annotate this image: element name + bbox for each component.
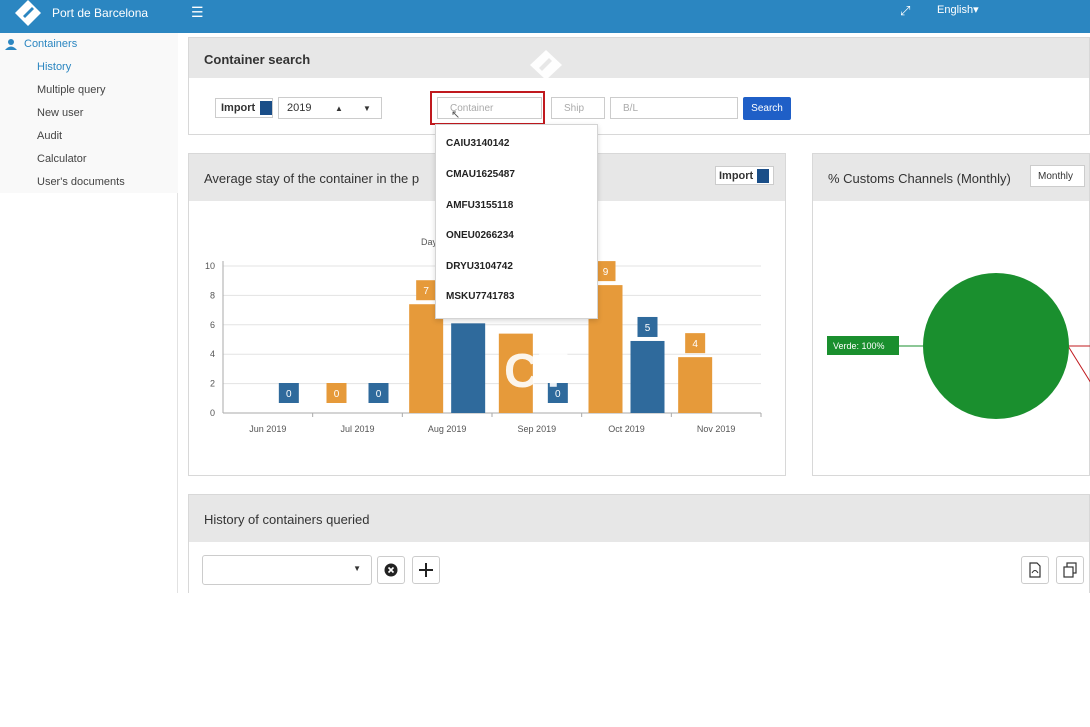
customs-pie-chart: Verde: 100% (827, 273, 1090, 419)
import-color-swatch (260, 101, 272, 115)
mouse-cursor-icon: ↖ (451, 109, 461, 121)
suggestion-item[interactable]: CAIU3140142 (446, 138, 509, 149)
app-root: Port de Barcelona ☰ ⤢ English▾ Container… (0, 0, 1090, 727)
bar (451, 323, 486, 413)
brand[interactable]: Port de Barcelona (14, 0, 148, 26)
import-toggle[interactable]: Import (715, 166, 774, 185)
pdf-file-icon (1029, 562, 1041, 578)
sidebar-item-audit[interactable]: Audit (37, 130, 62, 142)
monthly-button[interactable]: Monthly (1030, 165, 1085, 187)
bar (678, 357, 713, 413)
sidebar-section-label: Containers (24, 38, 78, 50)
pie-label: Verde: 100% (833, 341, 885, 351)
data-label: 4 (692, 339, 698, 350)
suggestion-item[interactable]: ONEU0266234 (446, 230, 514, 241)
x-tick-label: Oct 2019 (608, 424, 645, 434)
sidebar-section-containers[interactable]: Containers (4, 38, 77, 50)
container-suggestions: CAIU3140142 CMAU1625487 AMFU3155118 ONEU… (435, 124, 598, 319)
panel-header: % Customs Channels (Monthly) Monthly (813, 154, 1089, 201)
panel-title: Average stay of the container in the p (204, 171, 420, 186)
panel-title: % Customs Channels (Monthly) (828, 171, 1011, 186)
language-selector[interactable]: English▾ (937, 3, 979, 16)
y-tick-label: 8 (210, 290, 215, 300)
y-tick-label: 2 (210, 379, 215, 389)
add-button[interactable] (412, 556, 440, 584)
copy-button[interactable] (1056, 556, 1084, 584)
container-search-panel: Container search Import 2019 ▲ ▼ Contain… (188, 37, 1090, 135)
data-label: 9 (603, 267, 609, 278)
data-label: 7 (423, 286, 429, 297)
y-tick-label: 4 (210, 349, 215, 359)
suggestion-item[interactable]: MSKU7741783 (446, 291, 514, 302)
clear-circle-icon (384, 563, 398, 577)
watermark-logo-icon (530, 50, 562, 80)
import-color-swatch (757, 168, 770, 183)
leader-line (1067, 345, 1090, 383)
panel-header: History of containers queried (189, 495, 1089, 542)
history-panel: History of containers queried ▼ (188, 494, 1090, 593)
y-tick-label: 6 (210, 320, 215, 330)
bar (630, 340, 665, 413)
sidebar-menu: Containers History Multiple query New us… (0, 33, 178, 193)
fullscreen-icon[interactable]: ⤢ (900, 3, 910, 19)
ship-input[interactable]: Ship (551, 97, 605, 119)
caret-down-icon: ▼ (353, 564, 361, 573)
sidebar-item-history[interactable]: History (37, 61, 71, 73)
y-tick-label: 0 (210, 408, 215, 418)
suggestion-item[interactable]: AMFU3155118 (446, 200, 513, 211)
suggestion-item[interactable]: DRYU3104742 (446, 261, 513, 272)
import-toggle[interactable]: Import (215, 98, 273, 118)
sidebar-item-multiple-query[interactable]: Multiple query (37, 84, 105, 96)
search-button[interactable]: Search (743, 97, 791, 120)
data-label: 0 (334, 389, 340, 400)
port-logo-icon (15, 0, 41, 26)
sidebar-item-users-documents[interactable]: User's documents (37, 176, 125, 188)
import-label: Import (719, 169, 754, 182)
sidebar-item-calculator[interactable]: Calculator (37, 153, 87, 165)
panel-header: Container search (189, 38, 1089, 78)
clear-button[interactable] (377, 556, 405, 584)
brand-name: Port de Barcelona (52, 6, 149, 20)
pie-slice-verde[interactable] (923, 273, 1069, 419)
panel-title: History of containers queried (204, 512, 370, 527)
suggestion-item[interactable]: CMAU1625487 (446, 169, 515, 180)
x-tick-label: Nov 2019 (697, 424, 736, 434)
sidebar: Containers History Multiple query New us… (0, 33, 178, 593)
x-tick-label: Jul 2019 (340, 424, 374, 434)
top-bar: Port de Barcelona ☰ ⤢ English▾ (0, 0, 1090, 33)
customs-channels-panel: % Customs Channels (Monthly) Monthly Ver… (812, 153, 1090, 476)
user-icon (5, 39, 17, 50)
sidebar-item-new-user[interactable]: New user (37, 107, 83, 119)
import-label: Import (221, 102, 256, 114)
data-label: 0 (376, 389, 382, 400)
year-value: 2019 (287, 102, 312, 114)
menu-icon[interactable]: ☰ (191, 4, 204, 21)
year-select[interactable]: 2019 ▲ ▼ (278, 97, 382, 119)
x-tick-label: Aug 2019 (428, 424, 467, 434)
caret-down-icon[interactable]: ▼ (363, 104, 371, 113)
copy-icon (1063, 562, 1077, 578)
data-label: 0 (286, 389, 292, 400)
bl-input[interactable]: B/L (610, 97, 738, 119)
container-input-highlight (430, 91, 545, 125)
x-tick-label: Sep 2019 (518, 424, 557, 434)
data-label: 5 (645, 323, 651, 334)
y-tick-label: 10 (205, 261, 215, 271)
bar (409, 304, 444, 413)
overlay-text: CT (504, 345, 568, 398)
export-pdf-button[interactable] (1021, 556, 1049, 584)
panel-title: Container search (204, 52, 311, 67)
plus-icon (419, 563, 433, 577)
x-tick-label: Jun 2019 (249, 424, 286, 434)
history-select[interactable]: ▼ (202, 555, 372, 585)
caret-up-icon[interactable]: ▲ (335, 104, 343, 113)
